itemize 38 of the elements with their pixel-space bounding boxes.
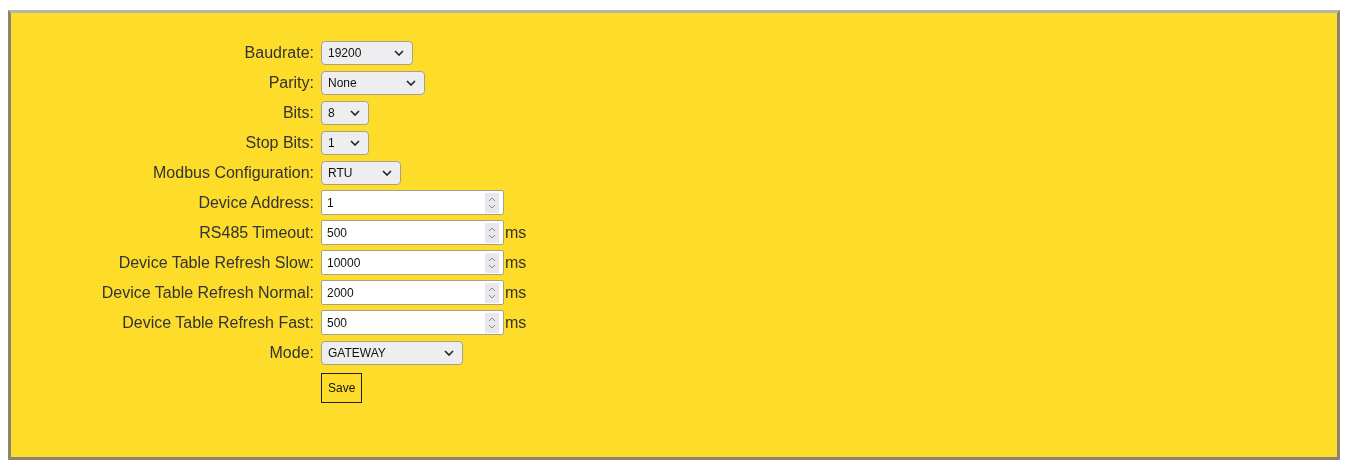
number-field[interactable]: 10000: [321, 250, 504, 275]
number-field[interactable]: 2000: [321, 280, 504, 305]
dropdown[interactable]: 19200: [321, 40, 413, 65]
field-label: Bits:: [281, 103, 314, 122]
field-label: Device Table Refresh Fast:: [121, 313, 314, 332]
chevron-icon: [350, 109, 360, 116]
field-label: Device Address:: [197, 193, 314, 212]
chevron-icon: [382, 169, 392, 176]
field-label: Stop Bits:: [244, 133, 314, 152]
spinner-icon[interactable]: [485, 312, 499, 333]
dropdown[interactable]: GATEWAY: [321, 340, 463, 365]
field-label: Mode:: [268, 343, 314, 362]
field-label: Modbus Configuration:: [152, 163, 314, 182]
chevron-icon: [394, 49, 404, 56]
chevron-icon: [350, 139, 360, 146]
field-label: RS485 Timeout:: [198, 223, 314, 242]
field-label: Parity:: [267, 73, 314, 92]
field-label: Device Table Refresh Slow:: [117, 253, 314, 272]
chevron-icon: [406, 79, 416, 86]
dropdown[interactable]: None: [321, 70, 425, 95]
save-button[interactable]: Save: [321, 372, 363, 403]
number-field[interactable]: 500: [321, 220, 504, 245]
number-field[interactable]: 1: [321, 190, 504, 215]
spinner-icon[interactable]: [485, 282, 499, 303]
spinner-icon[interactable]: [485, 192, 499, 213]
chevron-icon: [444, 349, 454, 356]
unit-label: ms: [505, 223, 527, 242]
dropdown[interactable]: 8: [321, 100, 369, 125]
number-field[interactable]: 500: [321, 310, 504, 335]
field-label: Device Table Refresh Normal:: [100, 283, 314, 302]
unit-label: ms: [505, 283, 527, 302]
unit-label: ms: [505, 253, 527, 272]
spinner-icon[interactable]: [485, 222, 499, 243]
dropdown[interactable]: RTU: [321, 160, 401, 185]
spinner-icon[interactable]: [485, 252, 499, 273]
unit-label: ms: [505, 313, 527, 332]
dropdown[interactable]: 1: [321, 130, 369, 155]
field-label: Baudrate:: [243, 43, 314, 62]
